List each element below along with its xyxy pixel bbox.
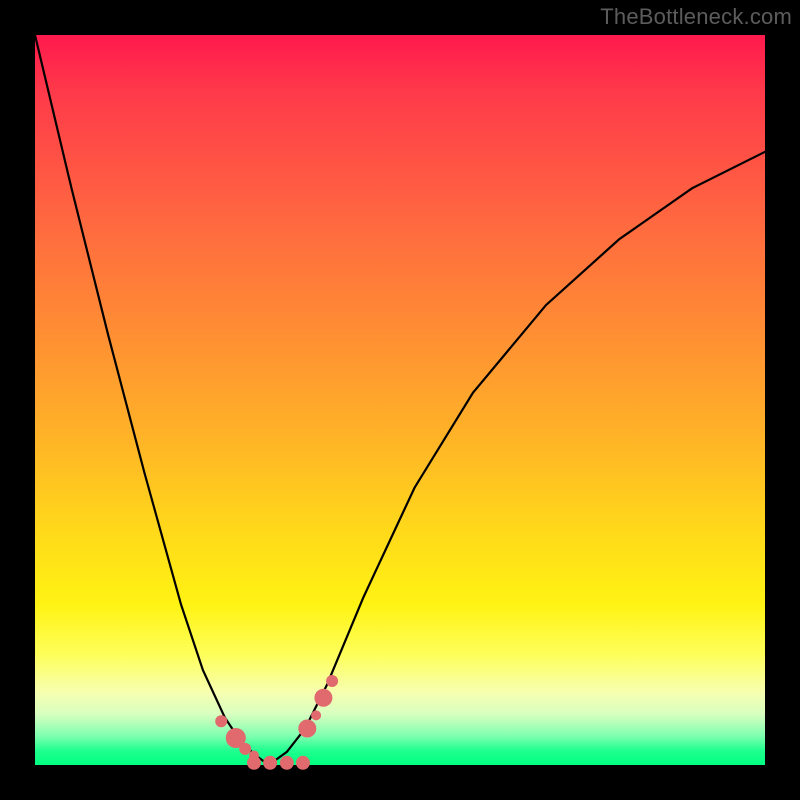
data-marker (311, 710, 321, 720)
curve-layer (35, 35, 765, 765)
watermark-text: TheBottleneck.com (600, 4, 792, 30)
data-marker (298, 720, 316, 738)
left-curve (35, 35, 269, 765)
data-marker (239, 743, 251, 755)
data-marker (247, 756, 261, 770)
data-marker (263, 756, 277, 770)
data-marker (296, 756, 310, 770)
data-marker (326, 675, 338, 687)
data-marker (314, 689, 332, 707)
plot-area (35, 35, 765, 765)
data-marker (215, 715, 227, 727)
chart-frame: TheBottleneck.com (0, 0, 800, 800)
right-curve (269, 152, 765, 765)
marker-group (215, 675, 338, 770)
data-marker (280, 756, 294, 770)
